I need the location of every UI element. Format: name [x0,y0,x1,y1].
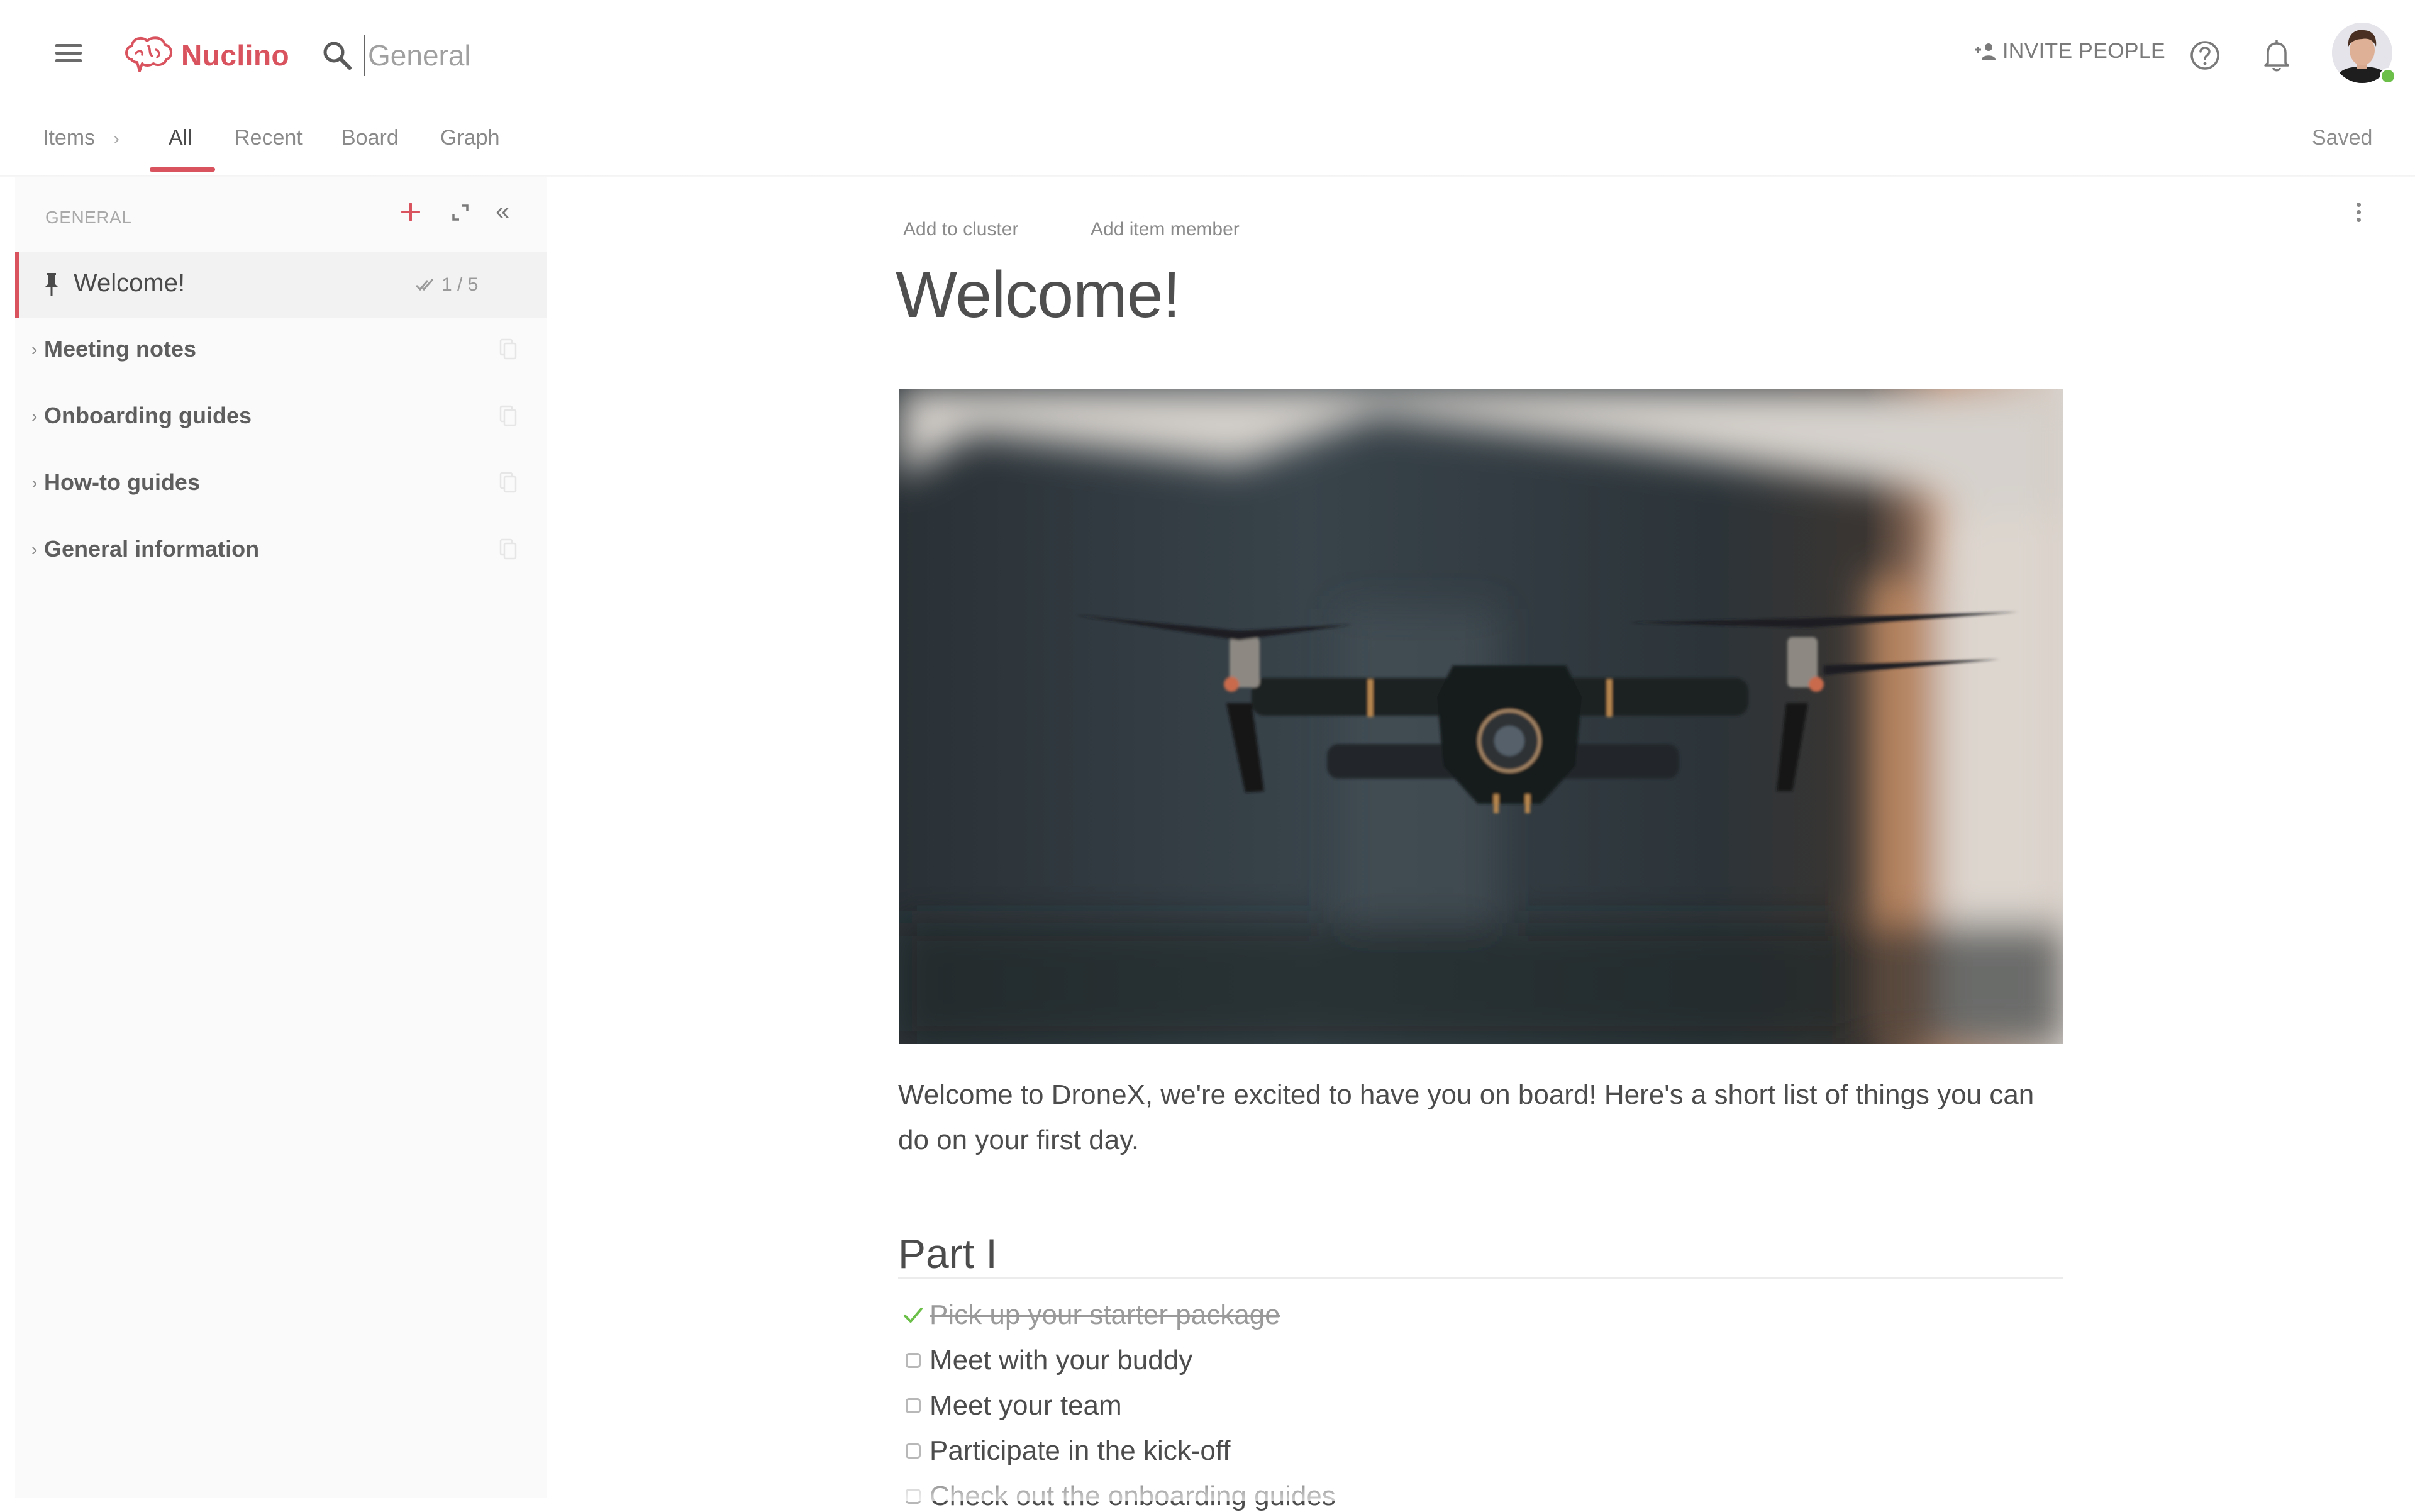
question-circle-icon[interactable] [2189,39,2221,72]
double-check-icon [415,279,434,291]
sidebar-item-onboarding-guides[interactable]: › Onboarding guides [15,386,547,449]
chevron-right-icon[interactable]: › [31,540,37,560]
sidebar-item-label: General information [44,536,260,562]
copy-icon[interactable] [499,338,517,360]
copy-icon[interactable] [499,405,517,426]
save-status: Saved [2312,126,2373,150]
checkbox[interactable] [906,1398,921,1413]
tab-graph[interactable]: Graph [440,126,500,150]
sidebar-item-label: Meeting notes [44,336,197,362]
checklist-item-label: Meet your team [930,1390,1122,1421]
task-progress: 1 / 5 [415,274,478,296]
tab-board[interactable]: Board [341,126,399,150]
task-progress-label: 1 / 5 [441,274,479,295]
checkmark-icon[interactable] [902,1304,924,1326]
sidebar-section-label: GENERAL [45,208,132,227]
checklist-item[interactable]: Meet with your buddy [906,1345,1192,1376]
add-person-icon [1975,43,1996,60]
double-chevron-left-icon[interactable]: « [496,199,509,224]
tab-recent[interactable]: Recent [235,126,303,150]
add-to-cluster-button[interactable]: Add to cluster [903,219,1018,240]
checklist-item-label: Check out the onboarding guides [930,1481,1336,1511]
plus-icon[interactable] [399,200,423,224]
section-heading[interactable]: Part I [898,1230,997,1277]
tab-all[interactable]: All [169,126,192,150]
online-status-indicator [2380,68,2396,84]
checklist-item[interactable]: Check out the onboarding guides [906,1481,1336,1512]
checkbox[interactable] [906,1489,921,1504]
invite-people-label: INVITE PEOPLE [2002,39,2165,63]
brain-logo-icon [125,36,172,72]
search-icon[interactable] [321,39,353,72]
checkbox[interactable] [906,1353,921,1368]
hamburger-menu-icon[interactable] [55,44,82,65]
sidebar-item-general-information[interactable]: › General information [15,520,547,582]
sidebar-item-label: How-to guides [44,469,200,495]
checklist-item-label: Participate in the kick-off [930,1435,1231,1466]
checklist-item[interactable]: Participate in the kick-off [906,1435,1231,1467]
checkbox[interactable] [906,1443,921,1459]
active-item-indicator [15,252,19,318]
checklist-item[interactable]: Pick up your starter package [904,1299,1280,1331]
sidebar-item-meeting-notes[interactable]: › Meeting notes [15,320,547,382]
search-input[interactable] [364,35,633,76]
active-tab-indicator [150,167,215,172]
chevron-right-icon[interactable]: › [31,406,37,426]
pin-icon [45,273,58,296]
checklist-item-label: Meet with your buddy [930,1345,1193,1376]
chevron-right-icon[interactable]: › [31,473,37,493]
bell-icon[interactable] [2262,38,2292,72]
sidebar-item-label: Onboarding guides [44,403,252,428]
app-logo[interactable]: Nuclino [123,31,289,79]
invite-people-button[interactable]: INVITE PEOPLE [1974,39,2165,64]
drone-photo [899,389,2063,1044]
breadcrumb-items[interactable]: Items [43,126,95,150]
hero-image[interactable] [899,389,2063,1044]
sidebar-item-label: Welcome! [74,269,186,297]
checklist-item-label: Pick up your starter package [930,1299,1280,1330]
checklist-item[interactable]: Meet your team [906,1390,1122,1421]
document-title[interactable]: Welcome! [896,258,1180,333]
chevron-right-icon: › [113,128,119,149]
app-name: Nuclino [181,39,290,72]
copy-icon[interactable] [499,538,517,560]
chevron-right-icon[interactable]: › [31,340,37,360]
intro-paragraph[interactable]: Welcome to DroneX, we're excited to have… [898,1072,2068,1163]
copy-icon[interactable] [499,472,517,493]
sidebar-item-how-to-guides[interactable]: › How-to guides [15,453,547,516]
add-item-member-button[interactable]: Add item member [1091,219,1240,240]
expand-icon[interactable] [450,203,470,223]
vertical-ellipsis-icon[interactable] [2352,203,2365,230]
heading-divider [898,1277,2063,1279]
